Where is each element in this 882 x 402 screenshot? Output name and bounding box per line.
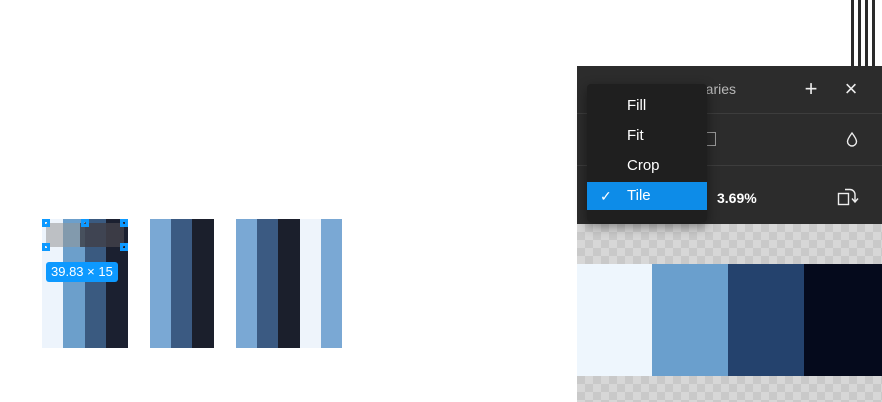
preview-color-block — [652, 264, 728, 376]
image-mode-dropdown: Fill Fit Crop ✓ Tile — [587, 84, 707, 222]
rotate-icon[interactable] — [837, 187, 859, 207]
menu-item-label: Crop — [627, 157, 660, 174]
edge-strip-2 — [858, 0, 861, 68]
resize-handle-bottom-left[interactable] — [42, 243, 50, 251]
preview-image-strip — [577, 264, 882, 376]
image-preview[interactable] — [577, 224, 882, 402]
add-icon[interactable]: + — [800, 78, 822, 100]
resize-handle-top-left[interactable] — [42, 219, 50, 227]
stripe-14 — [321, 219, 342, 348]
scale-percentage[interactable]: 3.69% — [717, 190, 757, 206]
preview-color-block — [728, 264, 804, 376]
stripe-10 — [236, 219, 257, 348]
resize-handle-top-mid[interactable] — [81, 219, 89, 227]
droplet-icon[interactable] — [845, 131, 859, 147]
stripe-5 — [128, 219, 150, 348]
preview-color-block — [577, 264, 652, 376]
selection-box[interactable] — [42, 219, 128, 251]
resize-handle-bottom-right[interactable] — [120, 243, 128, 251]
menu-item-fit[interactable]: Fit — [587, 122, 707, 150]
menu-item-fill[interactable]: Fill — [587, 92, 707, 120]
preview-color-block — [804, 264, 882, 376]
menu-item-label: Tile — [627, 187, 651, 204]
edge-strip-4 — [872, 0, 875, 68]
checkmark-icon: ✓ — [600, 188, 612, 204]
stripe-13 — [300, 219, 321, 348]
close-icon[interactable]: × — [840, 78, 862, 100]
menu-item-label: Fill — [627, 97, 647, 114]
stripe-6 — [150, 219, 171, 348]
edge-strip-3 — [865, 0, 868, 68]
stripe-9 — [214, 219, 236, 348]
stripe-11 — [257, 219, 278, 348]
stripe-12 — [278, 219, 300, 348]
menu-item-tile[interactable]: ✓ Tile — [587, 182, 707, 210]
dimension-badge: 39.83 × 15 — [46, 262, 118, 282]
edge-strip-1 — [851, 0, 854, 68]
menu-item-label: Fit — [627, 127, 644, 144]
stripe-8 — [192, 219, 214, 348]
menu-item-crop[interactable]: Crop — [587, 152, 707, 180]
obscured-control — [707, 132, 716, 146]
stripe-7 — [171, 219, 192, 348]
resize-handle-top-right[interactable] — [120, 219, 128, 227]
